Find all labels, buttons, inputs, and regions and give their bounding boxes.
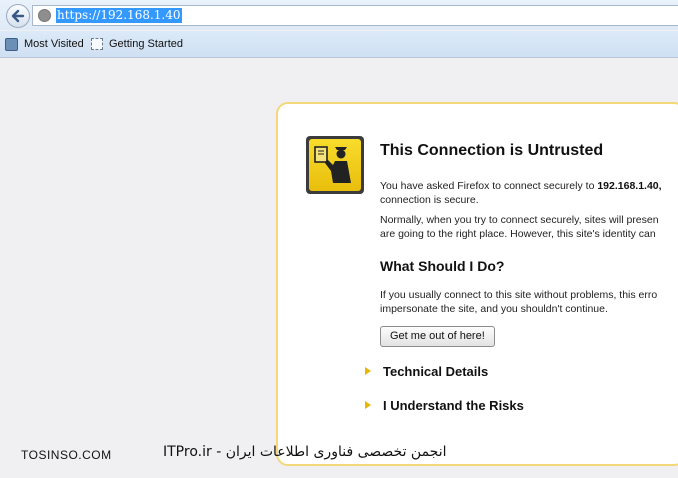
expand-triangle-icon <box>365 367 371 375</box>
technical-details-expander[interactable]: Technical Details <box>365 362 488 380</box>
back-arrow-icon <box>11 9 25 23</box>
intro-text-line2: connection is secure. <box>380 194 479 206</box>
bookmark-label: Most Visited <box>24 38 84 50</box>
normally-paragraph: Normally, when you try to connect secure… <box>380 213 659 241</box>
url-bar[interactable]: https://192.168.1.40 <box>32 5 678 26</box>
bookmark-label: Getting Started <box>109 38 183 50</box>
what-should-i-do-heading: What Should I Do? <box>380 258 505 274</box>
intro-paragraph: You have asked Firefox to connect secure… <box>380 179 662 207</box>
back-button[interactable] <box>6 4 30 28</box>
what-line2: impersonate the site, and you shouldn't … <box>380 303 608 315</box>
officer-figure-icon <box>314 146 351 183</box>
what-paragraph: If you usually connect to this site with… <box>380 288 657 316</box>
bookmark-most-visited[interactable]: Most Visited <box>5 36 84 52</box>
get-me-out-button[interactable]: Get me out of here! <box>380 326 495 347</box>
untrusted-connection-panel: This Connection is Untrusted You have as… <box>276 102 678 466</box>
bookmarks-toolbar: Most Visited Getting Started <box>0 31 678 58</box>
page-icon <box>91 38 103 50</box>
expander-label: I Understand the Risks <box>383 397 524 413</box>
expand-triangle-icon <box>365 401 371 409</box>
navigation-bar: https://192.168.1.40 <box>0 0 678 30</box>
what-line1: If you usually connect to this site with… <box>380 289 658 301</box>
understand-risks-expander[interactable]: I Understand the Risks <box>365 396 524 414</box>
normally-line2: are going to the right place. However, t… <box>380 228 656 240</box>
watermark-right: ITPro.ir - انجمن تخصصی فناوری اطلاعات ای… <box>163 444 447 460</box>
bookmarks-folder-icon <box>5 37 18 51</box>
normally-line1: Normally, when you try to connect secure… <box>380 214 659 226</box>
error-title: This Connection is Untrusted <box>380 142 604 159</box>
globe-icon <box>38 9 51 22</box>
intro-text: You have asked Firefox to connect secure… <box>380 180 598 192</box>
security-officer-icon <box>306 136 364 194</box>
expander-label: Technical Details <box>383 363 489 379</box>
intro-host: 192.168.1.40, <box>597 180 662 192</box>
watermark-left: TOSINSO.COM <box>21 448 112 462</box>
bookmark-getting-started[interactable]: Getting Started <box>91 36 183 52</box>
page-content: This Connection is Untrusted You have as… <box>0 58 678 478</box>
url-text[interactable]: https://192.168.1.40 <box>56 8 182 23</box>
